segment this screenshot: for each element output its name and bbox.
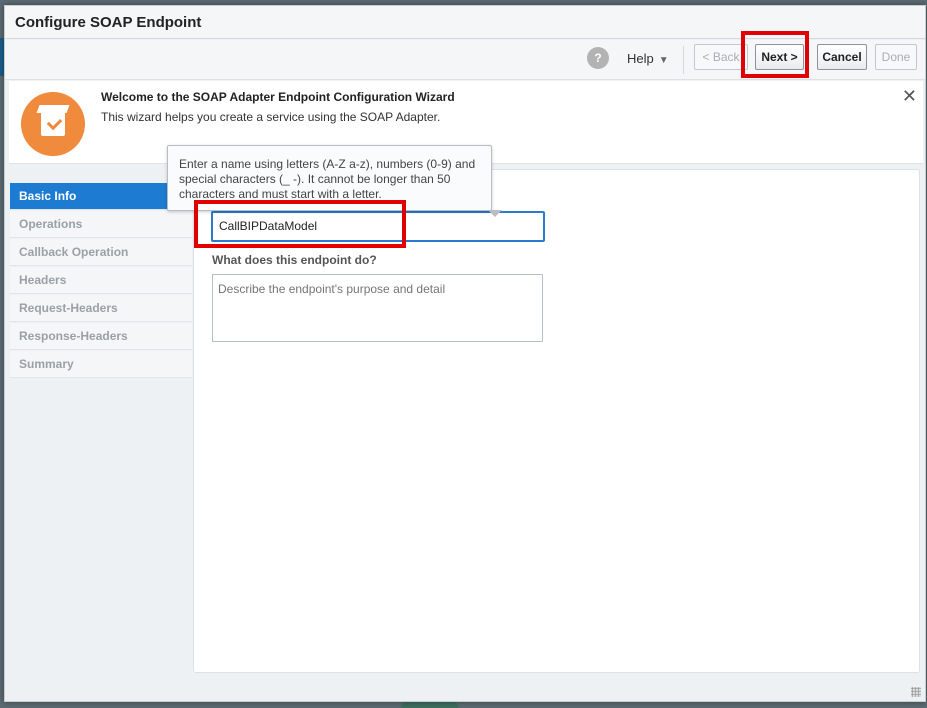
welcome-title: Welcome to the SOAP Adapter Endpoint Con… xyxy=(101,90,455,104)
close-icon[interactable]: ✕ xyxy=(902,87,917,105)
description-label: What does this endpoint do? xyxy=(212,253,377,267)
wizard-steps-sidebar: Basic Info Operations Callback Operation… xyxy=(10,183,192,379)
step-operations[interactable]: Operations xyxy=(10,211,192,238)
step-response-headers[interactable]: Response-Headers xyxy=(10,323,192,350)
configure-soap-endpoint-dialog: Configure SOAP Endpoint ? Help ▼ < Back N… xyxy=(4,5,926,702)
step-summary[interactable]: Summary xyxy=(10,351,192,378)
help-icon[interactable]: ? xyxy=(587,47,609,69)
step-request-headers[interactable]: Request-Headers xyxy=(10,295,192,322)
welcome-subtitle: This wizard helps you create a service u… xyxy=(101,110,441,124)
cancel-button[interactable]: Cancel xyxy=(817,44,867,70)
next-button[interactable]: Next > xyxy=(755,44,804,70)
step-callback-operation[interactable]: Callback Operation xyxy=(10,239,192,266)
basic-info-panel: CallBIPDataModel What does this endpoint… xyxy=(193,169,920,673)
done-button[interactable]: Done xyxy=(875,44,917,70)
tooltip-text: Enter a name using letters (A-Z a-z), nu… xyxy=(179,157,476,201)
step-headers[interactable]: Headers xyxy=(10,267,192,294)
chevron-down-icon: ▼ xyxy=(658,55,669,66)
description-textarea[interactable] xyxy=(212,274,543,342)
help-menu[interactable]: Help ▼ xyxy=(627,51,669,66)
dialog-titlebar: Configure SOAP Endpoint xyxy=(5,6,925,39)
back-button[interactable]: < Back xyxy=(694,44,748,70)
resize-grip[interactable] xyxy=(911,687,921,697)
step-basic-info[interactable]: Basic Info xyxy=(10,183,192,210)
dialog-title: Configure SOAP Endpoint xyxy=(15,14,202,31)
tooltip-pointer xyxy=(488,210,502,217)
wizard-toolbar: ? Help ▼ < Back Next > Cancel Done xyxy=(5,40,925,80)
name-hint-tooltip: Enter a name using letters (A-Z a-z), nu… xyxy=(167,145,502,217)
toolbar-divider xyxy=(683,46,684,74)
wizard-icon xyxy=(21,92,85,156)
help-menu-label: Help xyxy=(627,51,654,66)
